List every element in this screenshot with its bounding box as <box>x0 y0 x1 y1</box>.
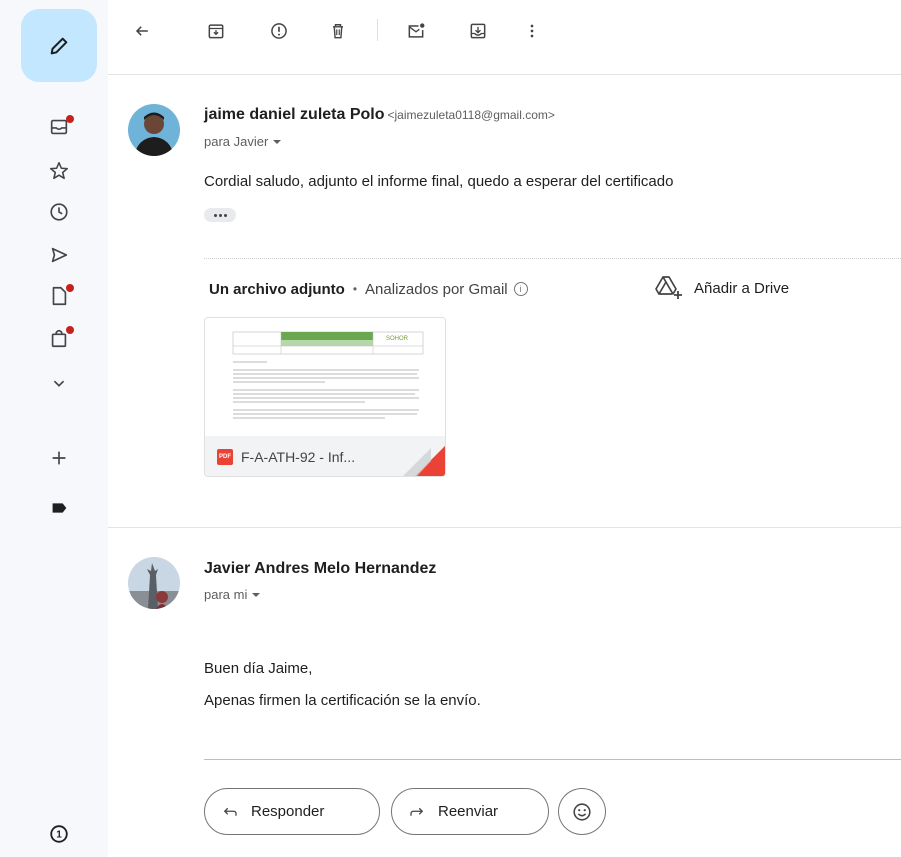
attachment-divider <box>204 258 901 259</box>
ellipsis-dot <box>223 213 227 217</box>
nav-sent[interactable] <box>46 242 72 268</box>
attachment-filename: F-A-ATH-92 - Inf... <box>241 449 356 465</box>
nav-label[interactable] <box>46 495 72 521</box>
numbered-circle-icon: 1 <box>50 825 68 843</box>
info-icon[interactable]: i <box>513 282 528 296</box>
sender-email: <jaimezuleta0118@gmail.com> <box>387 108 555 122</box>
delete-icon <box>333 24 343 39</box>
star-icon <box>49 161 69 180</box>
add-to-drive-button[interactable]: Añadir a Drive <box>654 274 789 302</box>
preview-brand: SOHOR <box>386 336 409 342</box>
mark-unread-button[interactable] <box>402 17 430 45</box>
sender-line: jaime daniel zuleta Polo <jaimezuleta0118… <box>204 106 555 124</box>
pdf-icon: PDF <box>217 449 233 465</box>
ellipsis-dot <box>218 213 222 217</box>
svg-text:1: 1 <box>56 830 62 841</box>
person-photo-icon <box>128 557 180 609</box>
person-photo-icon <box>128 104 180 156</box>
reply-area-divider <box>204 759 901 760</box>
drive-add-icon <box>655 276 682 299</box>
chevron-down-icon <box>53 380 65 387</box>
page-fold-icon <box>403 446 445 476</box>
caret-down-icon <box>273 139 282 144</box>
more-options-button[interactable] <box>518 17 546 45</box>
bullet-separator: • <box>352 282 358 296</box>
message-body-line: Apenas firmen la certificación se la env… <box>204 692 481 709</box>
attachment-preview: SOHOR <box>205 318 445 436</box>
report-spam-button[interactable] <box>265 17 293 45</box>
help-badge[interactable]: 1 <box>46 821 72 847</box>
nav-more[interactable] <box>46 370 72 396</box>
reply-icon <box>223 807 237 816</box>
sender-avatar[interactable] <box>128 104 180 156</box>
smiley-icon <box>573 802 591 821</box>
pencil-icon <box>50 37 68 54</box>
document-thumbnail-icon: SOHOR <box>232 331 424 419</box>
more-vert-icon <box>530 24 534 38</box>
sender-name: jaime daniel zuleta Polo <box>204 106 385 123</box>
nav-inbox[interactable] <box>46 114 74 140</box>
create-label-button[interactable] <box>46 445 72 471</box>
recipient-label: para Javier <box>204 134 269 149</box>
back-button[interactable] <box>128 17 156 45</box>
forward-icon <box>410 807 424 816</box>
sender-name: Javier Andres Melo Hernandez <box>204 560 437 577</box>
add-to-drive-label: Añadir a Drive <box>694 279 790 297</box>
compose-button[interactable] <box>21 9 97 82</box>
message-body: Cordial saludo, adjunto el informe final… <box>204 173 674 190</box>
caret-down-icon <box>252 592 261 597</box>
nav-purchases[interactable] <box>46 325 74 351</box>
clock-icon <box>50 203 68 221</box>
report-spam-icon <box>271 23 287 39</box>
recipient-label: para mi <box>204 587 248 602</box>
toolbar-divider <box>377 19 378 41</box>
message-toolbar <box>108 0 901 62</box>
nav-starred[interactable] <box>46 158 72 184</box>
forward-button[interactable]: Reenviar <box>391 788 549 835</box>
recipient-details[interactable]: para Javier <box>204 134 282 149</box>
nav-drafts[interactable] <box>46 283 74 309</box>
archive-icon <box>208 24 224 39</box>
show-trimmed-content-button[interactable] <box>204 208 236 222</box>
attachment-card[interactable]: SOHOR PDF F-A-ATH-92 - Inf... <box>204 317 446 477</box>
recipient-details[interactable]: para mi <box>204 587 261 602</box>
reply-button[interactable]: Responder <box>204 788 380 835</box>
attachment-header: Un archivo adjunto • Analizados por Gmai… <box>209 278 528 300</box>
ellipsis-icon <box>213 213 217 217</box>
plus-icon <box>52 451 66 465</box>
send-icon <box>51 247 68 263</box>
reply-label: Responder <box>251 803 325 820</box>
nav-snoozed[interactable] <box>46 199 72 225</box>
emoji-reaction-button[interactable] <box>558 788 606 835</box>
move-to-button[interactable] <box>464 17 492 45</box>
scan-status: Analizados por Gmail <box>365 280 508 298</box>
attachment-count: Un archivo adjunto <box>209 280 345 298</box>
forward-label: Reenviar <box>438 803 499 820</box>
move-to-icon <box>470 23 486 39</box>
delete-button[interactable] <box>324 17 352 45</box>
unread-badge <box>66 326 74 334</box>
unread-badge <box>66 284 74 292</box>
message-body-line: Buen día Jaime, <box>204 660 313 677</box>
label-icon <box>52 503 67 513</box>
message-divider <box>108 527 901 528</box>
sender-avatar[interactable] <box>128 557 180 609</box>
archive-button[interactable] <box>202 17 230 45</box>
back-arrow-icon <box>135 26 148 36</box>
unread-badge <box>66 115 74 123</box>
toolbar-divider-line <box>108 74 901 75</box>
navigation-rail: 1 <box>0 0 108 857</box>
mark-unread-icon <box>408 23 425 38</box>
